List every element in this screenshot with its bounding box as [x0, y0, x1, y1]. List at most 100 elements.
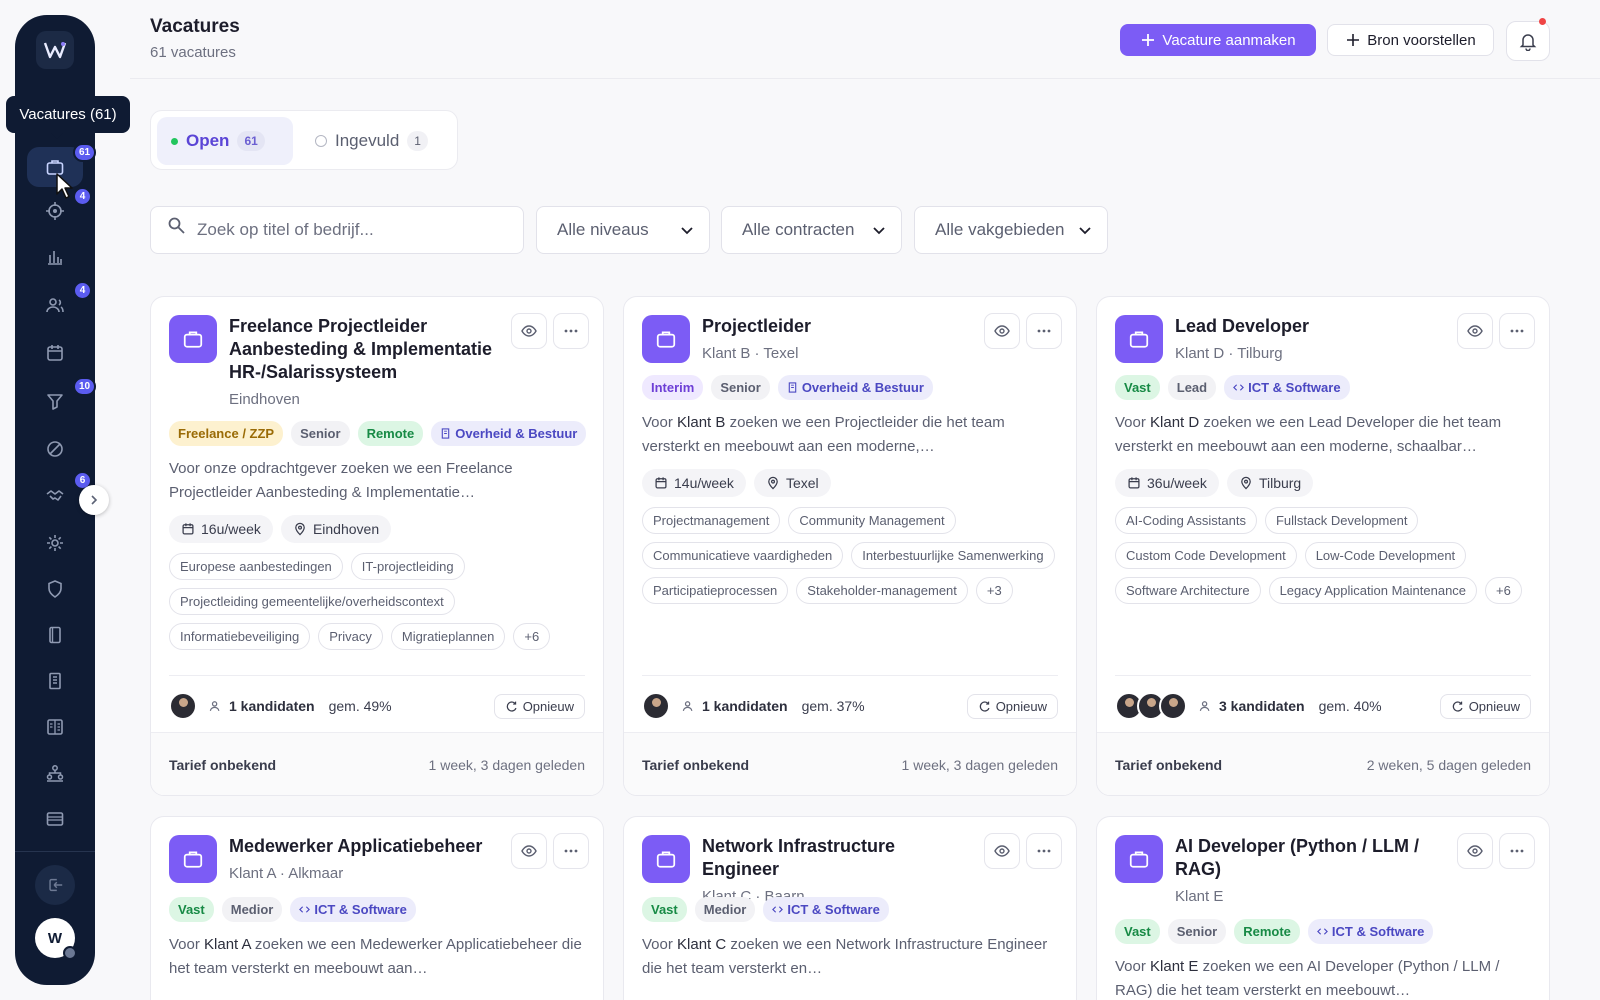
- hours-pill: 14u/week: [642, 469, 746, 497]
- vacancy-card[interactable]: AI Developer (Python / LLM / RAG) Klant E…: [1096, 816, 1550, 1000]
- view-button[interactable]: [984, 833, 1020, 869]
- sidebar-item-ban[interactable]: [27, 429, 83, 469]
- vacancy-client: Klant B · Texel: [702, 345, 799, 362]
- skill-list: Europese aanbestedingen IT-projectleidin…: [169, 553, 599, 650]
- vacancy-location: Eindhoven: [229, 391, 300, 408]
- view-button[interactable]: [511, 313, 547, 349]
- more-button[interactable]: [553, 833, 589, 869]
- page-header: Vacatures 61 vacatures: [150, 16, 240, 61]
- view-button[interactable]: [511, 833, 547, 869]
- domain-tag-text: Overheid & Bestuur: [801, 380, 924, 395]
- vacancy-title-text: Freelance Projectleider Aanbesteding & I…: [229, 316, 493, 382]
- tab-filled[interactable]: Ingevuld 1: [301, 117, 449, 165]
- vacancy-client: Klant D · Tilburg: [1175, 345, 1283, 362]
- vacancy-title-text: Projectleider: [702, 316, 812, 336]
- logout-icon: [49, 878, 63, 892]
- create-vacancy-button[interactable]: Vacature aanmaken: [1120, 24, 1316, 56]
- notifications-button[interactable]: [1506, 18, 1550, 61]
- card-divider: [642, 675, 1058, 676]
- sidebar-item-handshake[interactable]: 6: [27, 471, 92, 515]
- remote-tag: Remote: [357, 421, 424, 446]
- vacancy-card[interactable]: Medewerker Applicatiebeheer Klant A · Alk…: [150, 816, 604, 1000]
- skill-more-chip[interactable]: +6: [1485, 577, 1522, 604]
- suggest-source-button[interactable]: Bron voorstellen: [1327, 24, 1494, 56]
- retry-button[interactable]: Opnieuw: [493, 693, 585, 719]
- vacancy-title[interactable]: AI Developer (Python / LLM / RAG) Klant E: [1175, 835, 1450, 908]
- tag-list: Vast Senior Remote ICT & Software: [1115, 919, 1434, 944]
- skill-more-chip[interactable]: +6: [513, 623, 551, 650]
- meta-list: 14u/week Texel: [642, 469, 831, 497]
- retry-label: Opnieuw: [995, 698, 1047, 714]
- sidebar-item-org[interactable]: [27, 753, 83, 793]
- tag-list: Vast Lead ICT & Software: [1115, 375, 1350, 400]
- retry-button[interactable]: Opnieuw: [966, 693, 1058, 719]
- location-text: Texel: [785, 475, 819, 491]
- eye-icon: [994, 325, 1010, 337]
- search-input[interactable]: [197, 220, 497, 240]
- refresh-icon: [506, 700, 517, 712]
- handshake-icon: [46, 490, 64, 501]
- skill-chip: Communicatieve vaardigheden: [642, 542, 844, 569]
- skill-more-chip[interactable]: +3: [975, 577, 1013, 604]
- vacancy-title[interactable]: Lead Developer Klant D · Tilburg: [1175, 315, 1450, 365]
- sidebar-item-book[interactable]: [27, 615, 83, 655]
- more-icon: [564, 849, 578, 853]
- vacancy-card[interactable]: Projectleider Klant B · Texel Interim Sen…: [623, 296, 1077, 796]
- more-button[interactable]: [1499, 313, 1535, 349]
- more-button[interactable]: [1026, 833, 1062, 869]
- vacancy-description: Voor onze opdrachtgever zoeken we een Fr…: [169, 460, 513, 501]
- retry-button[interactable]: Opnieuw: [1439, 693, 1531, 719]
- logout-button[interactable]: [35, 865, 75, 905]
- tab-open[interactable]: Open 61: [157, 117, 293, 165]
- candidate-count[interactable]: 1 kandidaten: [682, 698, 788, 714]
- sidebar-item-card[interactable]: [27, 799, 83, 839]
- more-button[interactable]: [553, 313, 589, 349]
- view-button[interactable]: [1457, 313, 1493, 349]
- vacancy-card[interactable]: Lead Developer Klant D · Tilburg Vast Lea…: [1096, 296, 1550, 796]
- sidebar-item-shield[interactable]: [27, 569, 83, 609]
- skill-list: AI-Coding Assistants Fullstack Developme…: [1115, 507, 1545, 604]
- vacancy-title[interactable]: Projectleider Klant B · Texel: [702, 315, 977, 365]
- vacancy-description: Voor Klant D zoeken we een Lead Develope…: [1115, 411, 1535, 459]
- vacancy-card[interactable]: Network Infrastructure Engineer Klant C ·…: [623, 816, 1077, 1000]
- w-logo-icon[interactable]: [36, 31, 74, 69]
- briefcase-icon: [642, 315, 690, 363]
- sidebar-item-chart[interactable]: [27, 237, 83, 277]
- view-button[interactable]: [984, 313, 1020, 349]
- users-icon: [1199, 701, 1210, 711]
- briefcase-icon: [169, 835, 217, 883]
- candidate-count[interactable]: 3 kandidaten: [1199, 698, 1305, 714]
- building-icon: [49, 672, 61, 690]
- refresh-icon: [979, 700, 990, 712]
- sidebar-item-calendar[interactable]: [27, 333, 83, 373]
- view-button[interactable]: [1457, 833, 1493, 869]
- desc-client: Klant D: [1150, 414, 1200, 431]
- sidebar-item-users[interactable]: 4: [27, 281, 92, 325]
- domain-select[interactable]: Alle vakgebieden: [914, 206, 1108, 254]
- candidate-count[interactable]: 1 kandidaten: [209, 698, 315, 714]
- vacancy-description: Voor Klant A zoeken we een Medewerker Ap…: [169, 933, 589, 981]
- vacancy-card[interactable]: Freelance Projectleider Aanbesteding & I…: [150, 296, 604, 796]
- document-icon: [47, 719, 63, 735]
- vacancy-title[interactable]: Freelance Projectleider Aanbesteding & I…: [229, 315, 504, 411]
- more-icon: [1510, 329, 1524, 333]
- user-avatar[interactable]: W: [35, 918, 77, 960]
- sidebar-expand-button[interactable]: [79, 485, 109, 515]
- more-button[interactable]: [1026, 313, 1062, 349]
- level-select[interactable]: Alle niveaus: [536, 206, 710, 254]
- sidebar-item-document[interactable]: [27, 707, 83, 747]
- more-button[interactable]: [1499, 833, 1535, 869]
- sidebar-item-settings[interactable]: [27, 523, 83, 563]
- sidebar-item-filter[interactable]: 10: [27, 377, 97, 421]
- posted-time: 1 week, 3 dagen geleden: [901, 757, 1058, 773]
- candidate-avatars: [169, 692, 197, 720]
- refresh-icon: [1452, 700, 1463, 712]
- contract-select[interactable]: Alle contracten: [721, 206, 902, 254]
- sidebar-item-building[interactable]: [27, 661, 83, 701]
- desc-client: Klant A: [204, 936, 251, 953]
- domain-select-value: Alle vakgebieden: [935, 220, 1065, 239]
- skill-chip: Legacy Application Maintenance: [1268, 577, 1478, 604]
- skill-list: Projectmanagement Community Management C…: [642, 507, 1072, 604]
- vacancy-title[interactable]: Medewerker Applicatiebeheer Klant A · Alk…: [229, 835, 504, 885]
- candidate-count-text: 1 kandidaten: [702, 698, 788, 714]
